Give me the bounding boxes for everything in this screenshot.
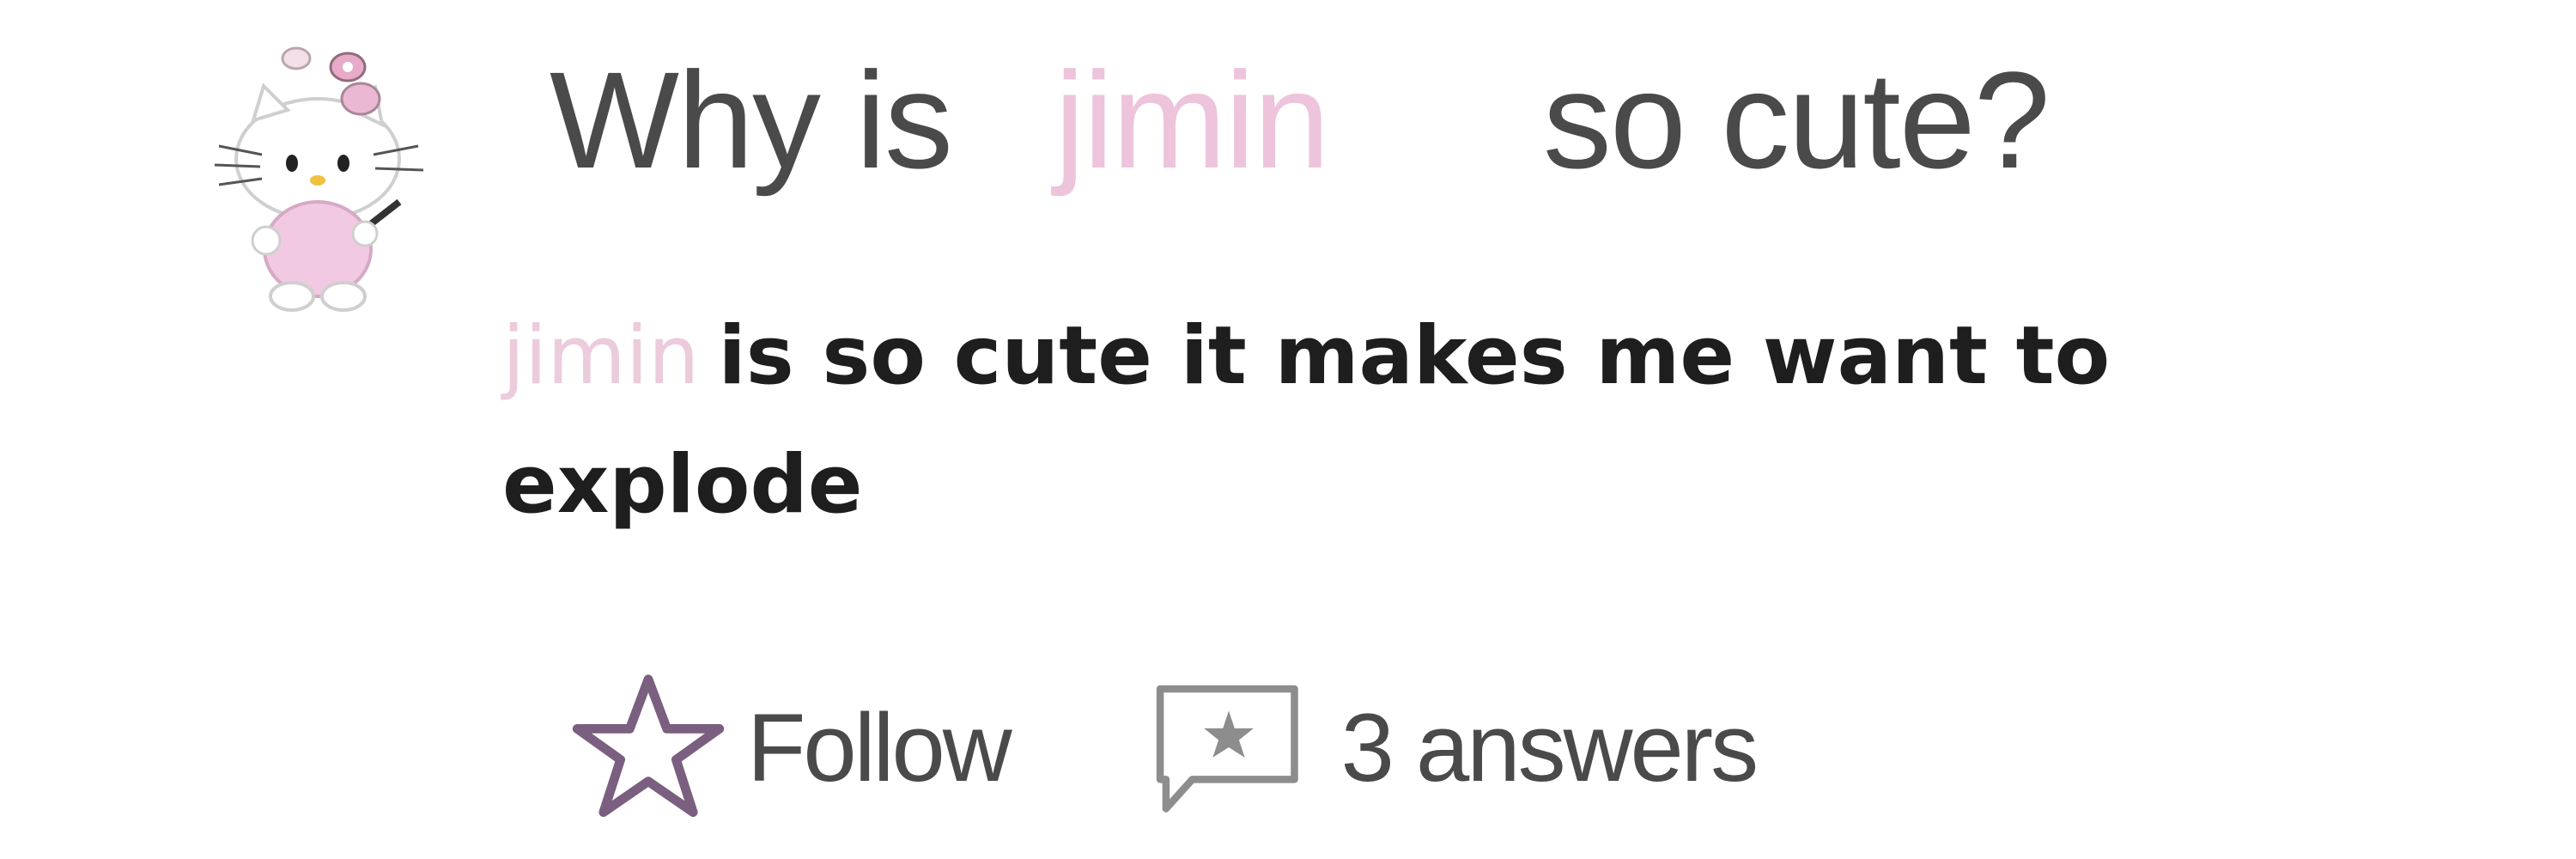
answers-button[interactable]: 3 answers bbox=[1147, 674, 1759, 820]
answer-preview[interactable]: jimin is so cute it makes me want to expl… bbox=[502, 292, 2306, 550]
answer-icon bbox=[1156, 685, 1298, 813]
answer-highlight: jimin bbox=[502, 309, 700, 403]
answer-text: is so cute it makes me want to explode bbox=[502, 309, 2111, 532]
follow-button[interactable]: Follow bbox=[567, 670, 1012, 825]
answers-count-label: 3 answers bbox=[1340, 693, 1759, 801]
question-suffix: so cute? bbox=[1542, 43, 2050, 197]
question-highlight: jimin bbox=[1054, 43, 1330, 197]
question-actions: Follow 3 answers bbox=[567, 666, 2026, 829]
follow-label: Follow bbox=[747, 693, 1012, 801]
question-title[interactable]: Why is jimin so cute? bbox=[550, 34, 2353, 206]
question-prefix: Why is bbox=[550, 43, 953, 197]
star-icon bbox=[572, 674, 725, 817]
hello-kitty-avatar-icon bbox=[193, 17, 451, 326]
